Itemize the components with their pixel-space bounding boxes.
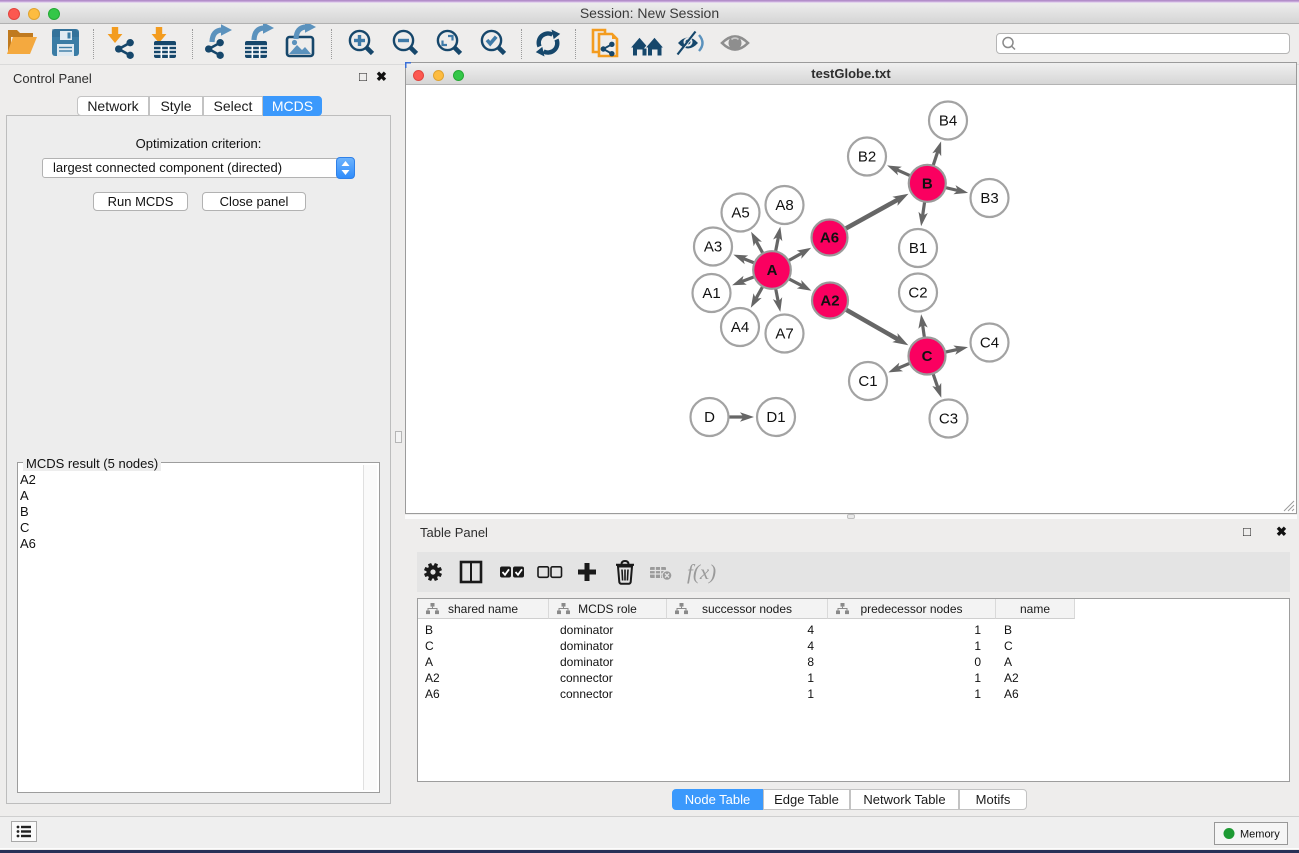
svg-text:B: B (922, 175, 933, 192)
svg-text:A6: A6 (820, 230, 839, 247)
svg-text:B1: B1 (909, 240, 927, 257)
svg-text:A7: A7 (775, 326, 793, 343)
svg-text:A1: A1 (702, 285, 720, 302)
svg-text:A2: A2 (820, 293, 839, 310)
svg-text:A3: A3 (704, 239, 722, 256)
svg-text:D1: D1 (766, 409, 785, 426)
svg-text:B4: B4 (939, 113, 957, 130)
svg-text:A5: A5 (731, 205, 749, 222)
svg-text:A: A (767, 262, 778, 279)
svg-text:C: C (922, 348, 933, 365)
svg-text:Memory: Memory (1240, 829, 1280, 841)
svg-text:C3: C3 (939, 411, 958, 428)
svg-text:A4: A4 (731, 319, 749, 336)
svg-text:C1: C1 (858, 373, 877, 390)
svg-text:A8: A8 (775, 197, 793, 214)
svg-text:B2: B2 (858, 149, 876, 166)
svg-text:C4: C4 (980, 335, 999, 352)
svg-text:D: D (704, 409, 715, 426)
svg-text:C2: C2 (908, 285, 927, 302)
svg-text:B3: B3 (980, 190, 998, 207)
svg-text:f(x): f(x) (687, 560, 716, 584)
